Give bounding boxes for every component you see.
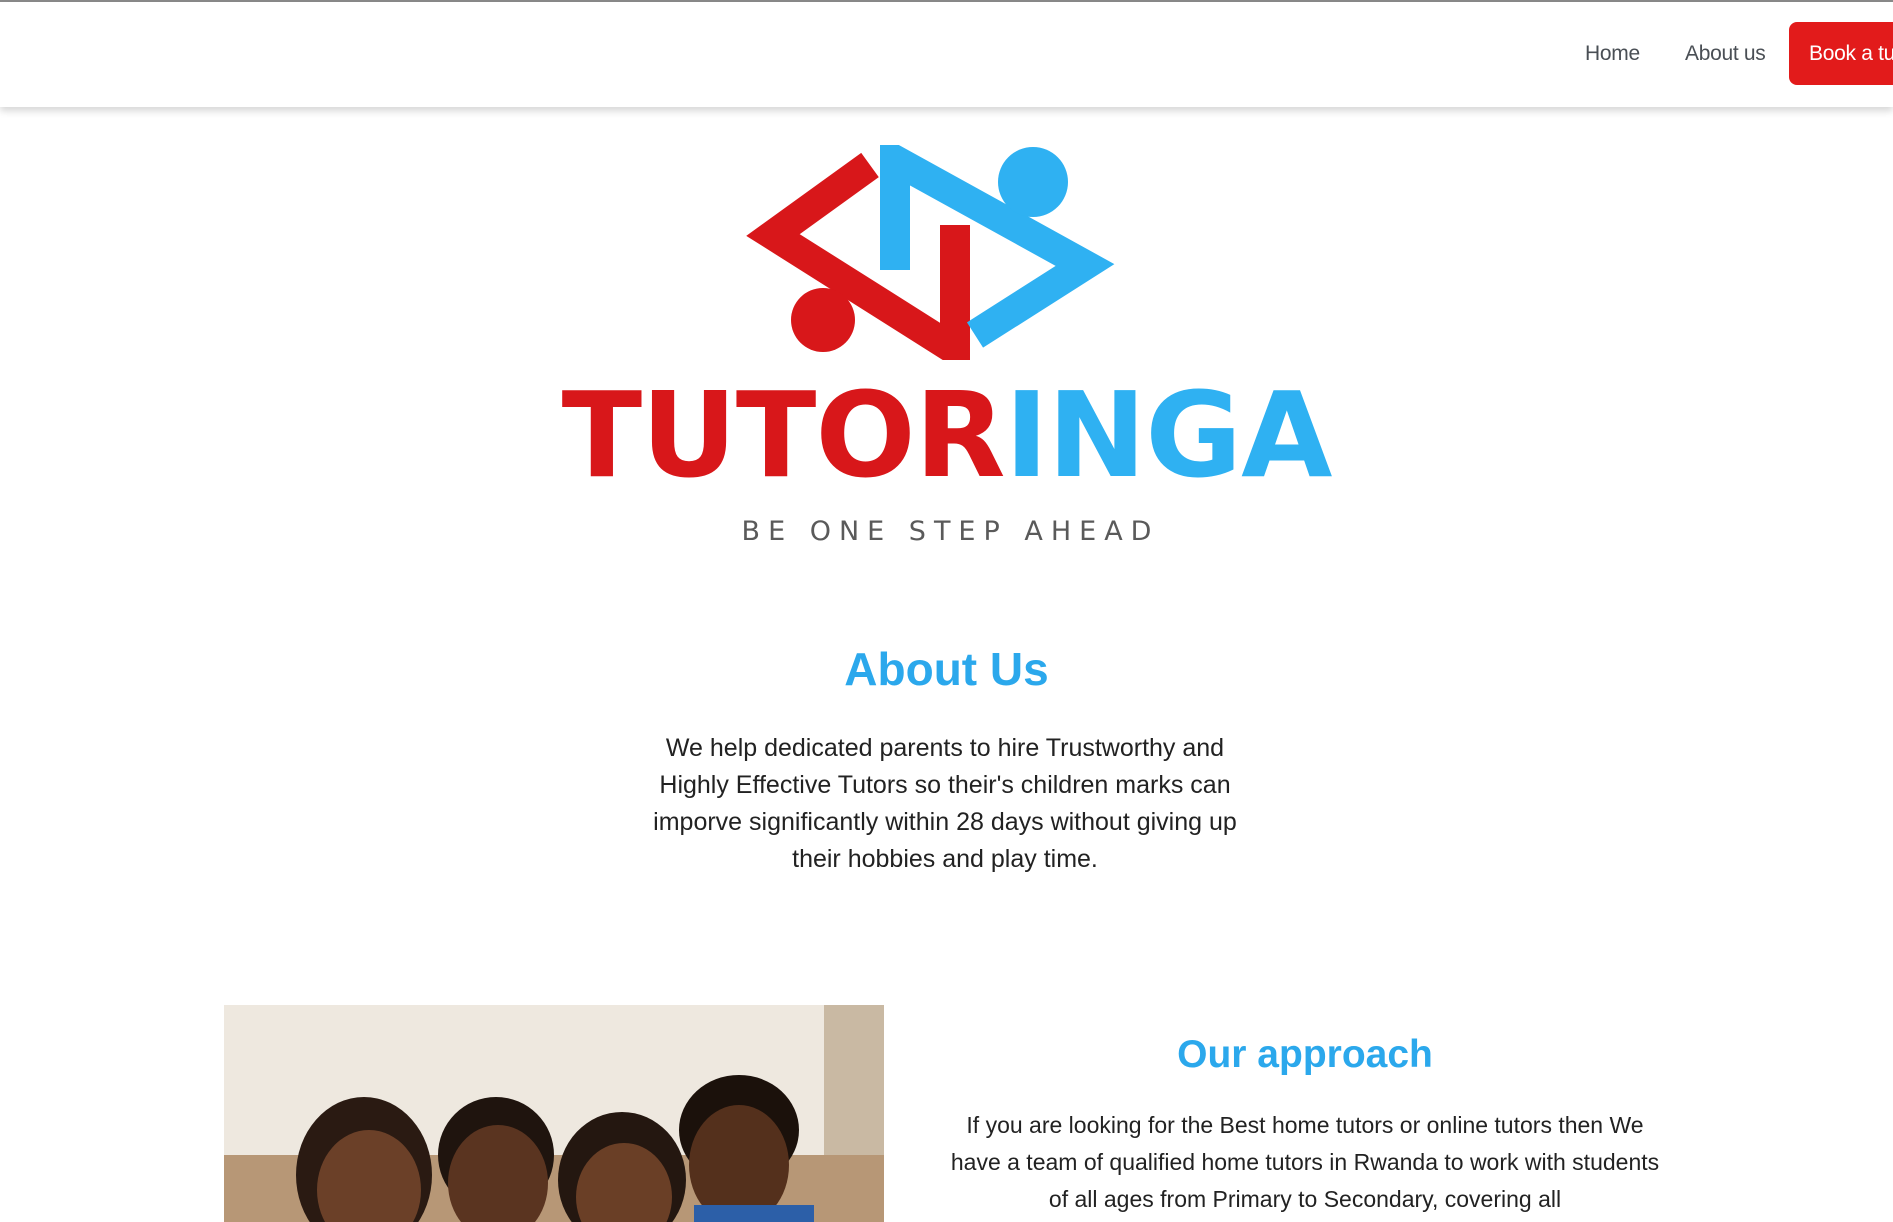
brand-tagline: BE ONE STEP AHEAD — [741, 516, 1160, 547]
student-2 — [438, 1097, 554, 1222]
about-us-heading: About Us — [844, 643, 1049, 695]
wordmark-blue: INGA — [1004, 366, 1333, 504]
navbar: Home About us Book a tutor — [0, 2, 1893, 107]
book-tutor-button[interactable]: Book a tutor — [1789, 22, 1893, 85]
nav-home-link[interactable]: Home — [1585, 42, 1640, 66]
students-photo-illustration — [224, 1005, 884, 1222]
logo-blue-arrow — [880, 145, 1115, 348]
wordmark-red: TUTOR — [561, 366, 1006, 504]
logo-mark — [746, 145, 1115, 360]
students-photo — [224, 1005, 884, 1222]
about-us-text: We help dedicated parents to hire Trustw… — [653, 734, 1237, 873]
nav-about-link[interactable]: About us — [1685, 42, 1766, 66]
our-approach-text: If you are looking for the Best home tut… — [950, 1112, 1660, 1212]
brand-wordmark: TUTORINGA — [0, 370, 1893, 500]
our-approach-heading: Our approach — [1177, 1033, 1433, 1076]
